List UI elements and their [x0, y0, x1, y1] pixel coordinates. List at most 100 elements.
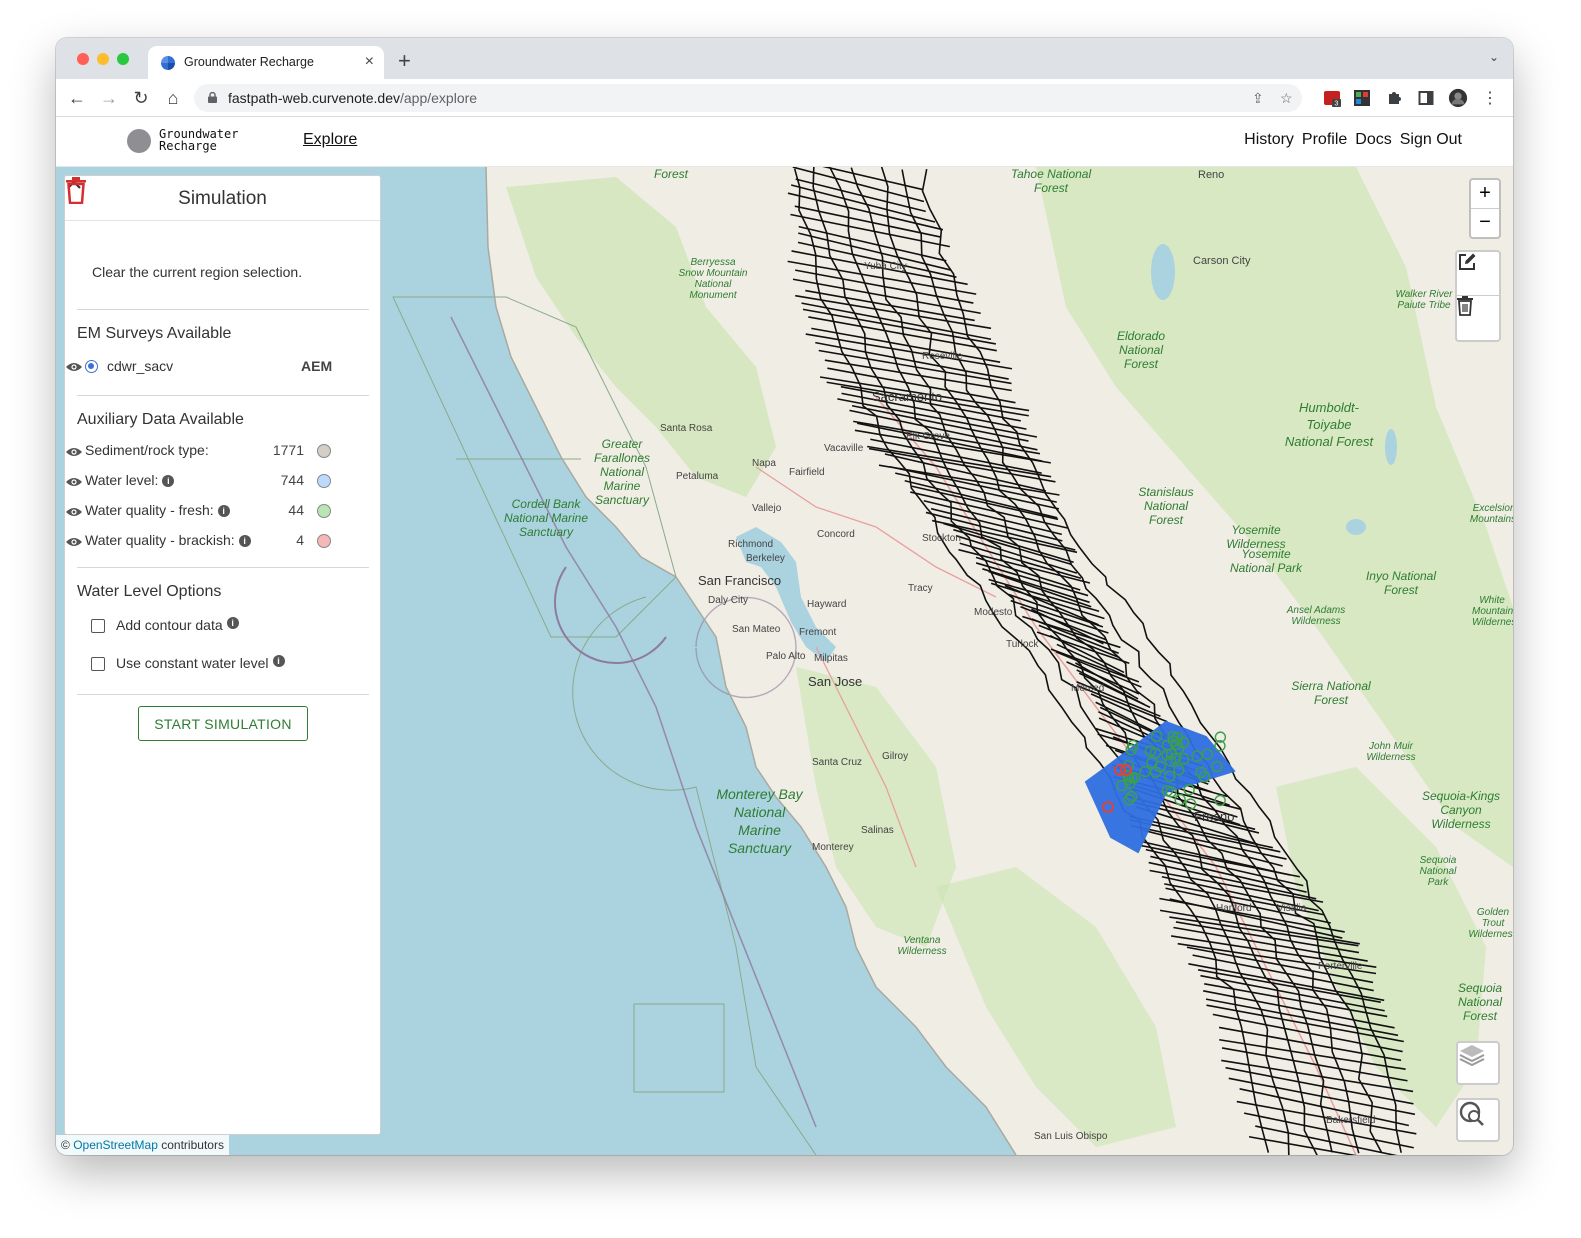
forward-button[interactable]: → — [96, 85, 122, 111]
openstreetmap-link[interactable]: OpenStreetMap — [73, 1138, 158, 1152]
home-button[interactable]: ⌂ — [160, 85, 186, 111]
city-label: Roseville — [922, 351, 963, 362]
city-label-big: San Jose — [808, 674, 863, 689]
tab-search-chevron-icon[interactable]: ⌄ — [1489, 50, 1499, 64]
city-label: Gilroy — [882, 751, 909, 762]
trash-icon — [1457, 296, 1473, 316]
profile-avatar-icon[interactable] — [1448, 88, 1468, 108]
geocode-search-control[interactable] — [1456, 1098, 1500, 1142]
park-label: Golden Trout Wilderness — [1468, 907, 1513, 940]
city-label: Elk Grove — [906, 431, 950, 442]
eye-icon[interactable] — [65, 361, 83, 373]
park-label: Excelsior Mountains — [1469, 503, 1513, 525]
back-button[interactable]: ← — [64, 85, 90, 111]
city-label: Sacramento — [872, 389, 943, 404]
browser-menu-icon[interactable]: ⋮ — [1480, 88, 1500, 108]
nav-history-link[interactable]: History — [1244, 131, 1294, 149]
share-icon[interactable]: ⇪ — [1252, 90, 1264, 107]
contour-data-checkbox[interactable] — [91, 619, 105, 633]
survey-radio[interactable] — [85, 360, 98, 373]
tab-close-icon[interactable]: × — [365, 53, 374, 71]
eye-icon[interactable] — [65, 476, 83, 488]
nav-profile-link[interactable]: Profile — [1302, 131, 1347, 149]
legend-color-dot[interactable] — [317, 444, 331, 458]
city-label: Santa Rosa — [660, 423, 713, 434]
park-label: Tahoe National Forest — [1010, 167, 1092, 195]
browser-tab[interactable]: Groundwater Recharge × — [148, 46, 384, 79]
city-label: Carson City — [1193, 255, 1251, 267]
user-nav: History Profile Docs Sign Out — [1244, 131, 1462, 149]
city-label: Merced — [1071, 683, 1105, 694]
city-label: Vallejo — [752, 503, 782, 514]
map-attribution: © OpenStreetMap contributors — [56, 1135, 229, 1155]
minimize-window-button[interactable] — [97, 53, 109, 65]
side-panel-icon[interactable] — [1416, 88, 1436, 108]
info-icon[interactable]: i — [162, 475, 175, 487]
city-label: Tracy — [908, 583, 933, 594]
layers-control[interactable] — [1456, 1041, 1500, 1085]
tab-title: Groundwater Recharge — [184, 55, 314, 69]
new-tab-button[interactable]: + — [398, 48, 411, 74]
delete-region-button[interactable] — [1457, 296, 1499, 340]
map-view[interactable]: Reno Carson City Yuba City Roseville Sac… — [56, 167, 1513, 1155]
edit-region-button[interactable] — [1457, 252, 1499, 296]
eye-icon[interactable] — [65, 536, 83, 548]
legend-color-dot[interactable] — [317, 504, 331, 518]
reload-button[interactable]: ↻ — [128, 85, 154, 111]
zoom-out-button[interactable]: − — [1471, 209, 1499, 238]
contour-data-label[interactable]: Add contour data i — [116, 617, 239, 633]
extension-calendar-icon[interactable]: 3 — [1322, 88, 1342, 108]
marine-sanctuary-label: Monterey Bay National Marine Sanctuary — [716, 786, 803, 856]
city-label: Concord — [817, 529, 855, 540]
info-icon[interactable]: i — [226, 617, 239, 629]
sanctuary-box — [633, 1003, 725, 1093]
nav-docs-link[interactable]: Docs — [1355, 131, 1391, 149]
panel-title: Simulation — [178, 188, 267, 209]
zoom-window-button[interactable] — [117, 53, 129, 65]
info-icon[interactable]: i — [272, 655, 285, 667]
city-label: Daly City — [708, 595, 749, 606]
divider — [77, 567, 369, 568]
park-label: Berryessa Snow Mountain National Monumen… — [678, 257, 748, 301]
address-bar[interactable]: fastpath-web.curvenote.dev/app/explore ⇪… — [194, 84, 1302, 112]
zoom-in-button[interactable]: + — [1471, 180, 1499, 209]
start-simulation-button[interactable]: START SIMULATION — [138, 706, 308, 741]
eye-icon[interactable] — [65, 506, 83, 518]
extensions-puzzle-icon[interactable] — [1384, 88, 1404, 108]
city-label: Bakersfield — [1326, 1115, 1376, 1126]
city-label: Hanford — [1216, 903, 1252, 914]
city-label-big: San Francisco — [698, 573, 782, 588]
panel-header[interactable]: Simulation — [65, 176, 380, 221]
survey-name: cdwr_sacv — [107, 358, 174, 374]
constant-water-level-label[interactable]: Use constant water level i — [116, 655, 285, 671]
park-label: Sequoia-Kings Canyon Wilderness — [1421, 789, 1501, 831]
park-label: White Mountain Wilderness — [1472, 595, 1513, 628]
park-label: Sierra National Forest — [1291, 679, 1371, 707]
app-logo-text[interactable]: Groundwater Recharge — [159, 128, 238, 152]
close-window-button[interactable] — [77, 53, 89, 65]
simulation-panel: Simulation Clear the current region sele… — [64, 175, 381, 1135]
info-icon[interactable]: i — [217, 505, 230, 517]
url-host: fastpath-web.curvenote.dev — [228, 90, 400, 106]
info-icon[interactable]: i — [238, 535, 251, 547]
aux-row-label: Water level: i — [85, 472, 175, 488]
aux-row-count: 744 — [280, 472, 304, 488]
lake — [1346, 519, 1366, 535]
legend-color-dot[interactable] — [317, 534, 331, 548]
city-label: Modesto — [974, 607, 1013, 618]
nav-sign-out-link[interactable]: Sign Out — [1400, 131, 1462, 149]
edit-icon — [1459, 253, 1476, 270]
browser-toolbar: ← → ↻ ⌂ fastpath-web.curvenote.dev/app/e… — [56, 79, 1513, 117]
extension-pixel-icon[interactable] — [1352, 88, 1372, 108]
url-path: /app/explore — [400, 90, 478, 106]
nav-explore-link[interactable]: Explore — [303, 131, 357, 149]
legend-color-dot[interactable] — [317, 474, 331, 488]
trash-icon[interactable] — [65, 176, 87, 204]
park-label: Stanislaus National Forest — [1138, 485, 1194, 527]
park-label: Eldorado National Forest — [1116, 329, 1166, 371]
marine-sanctuary-label: Cordell Bank National Marine Sanctuary — [503, 497, 589, 539]
app-logo-icon[interactable] — [127, 129, 151, 153]
eye-icon[interactable] — [65, 446, 83, 458]
bookmark-star-icon[interactable]: ☆ — [1280, 90, 1293, 107]
constant-water-level-checkbox[interactable] — [91, 657, 105, 671]
